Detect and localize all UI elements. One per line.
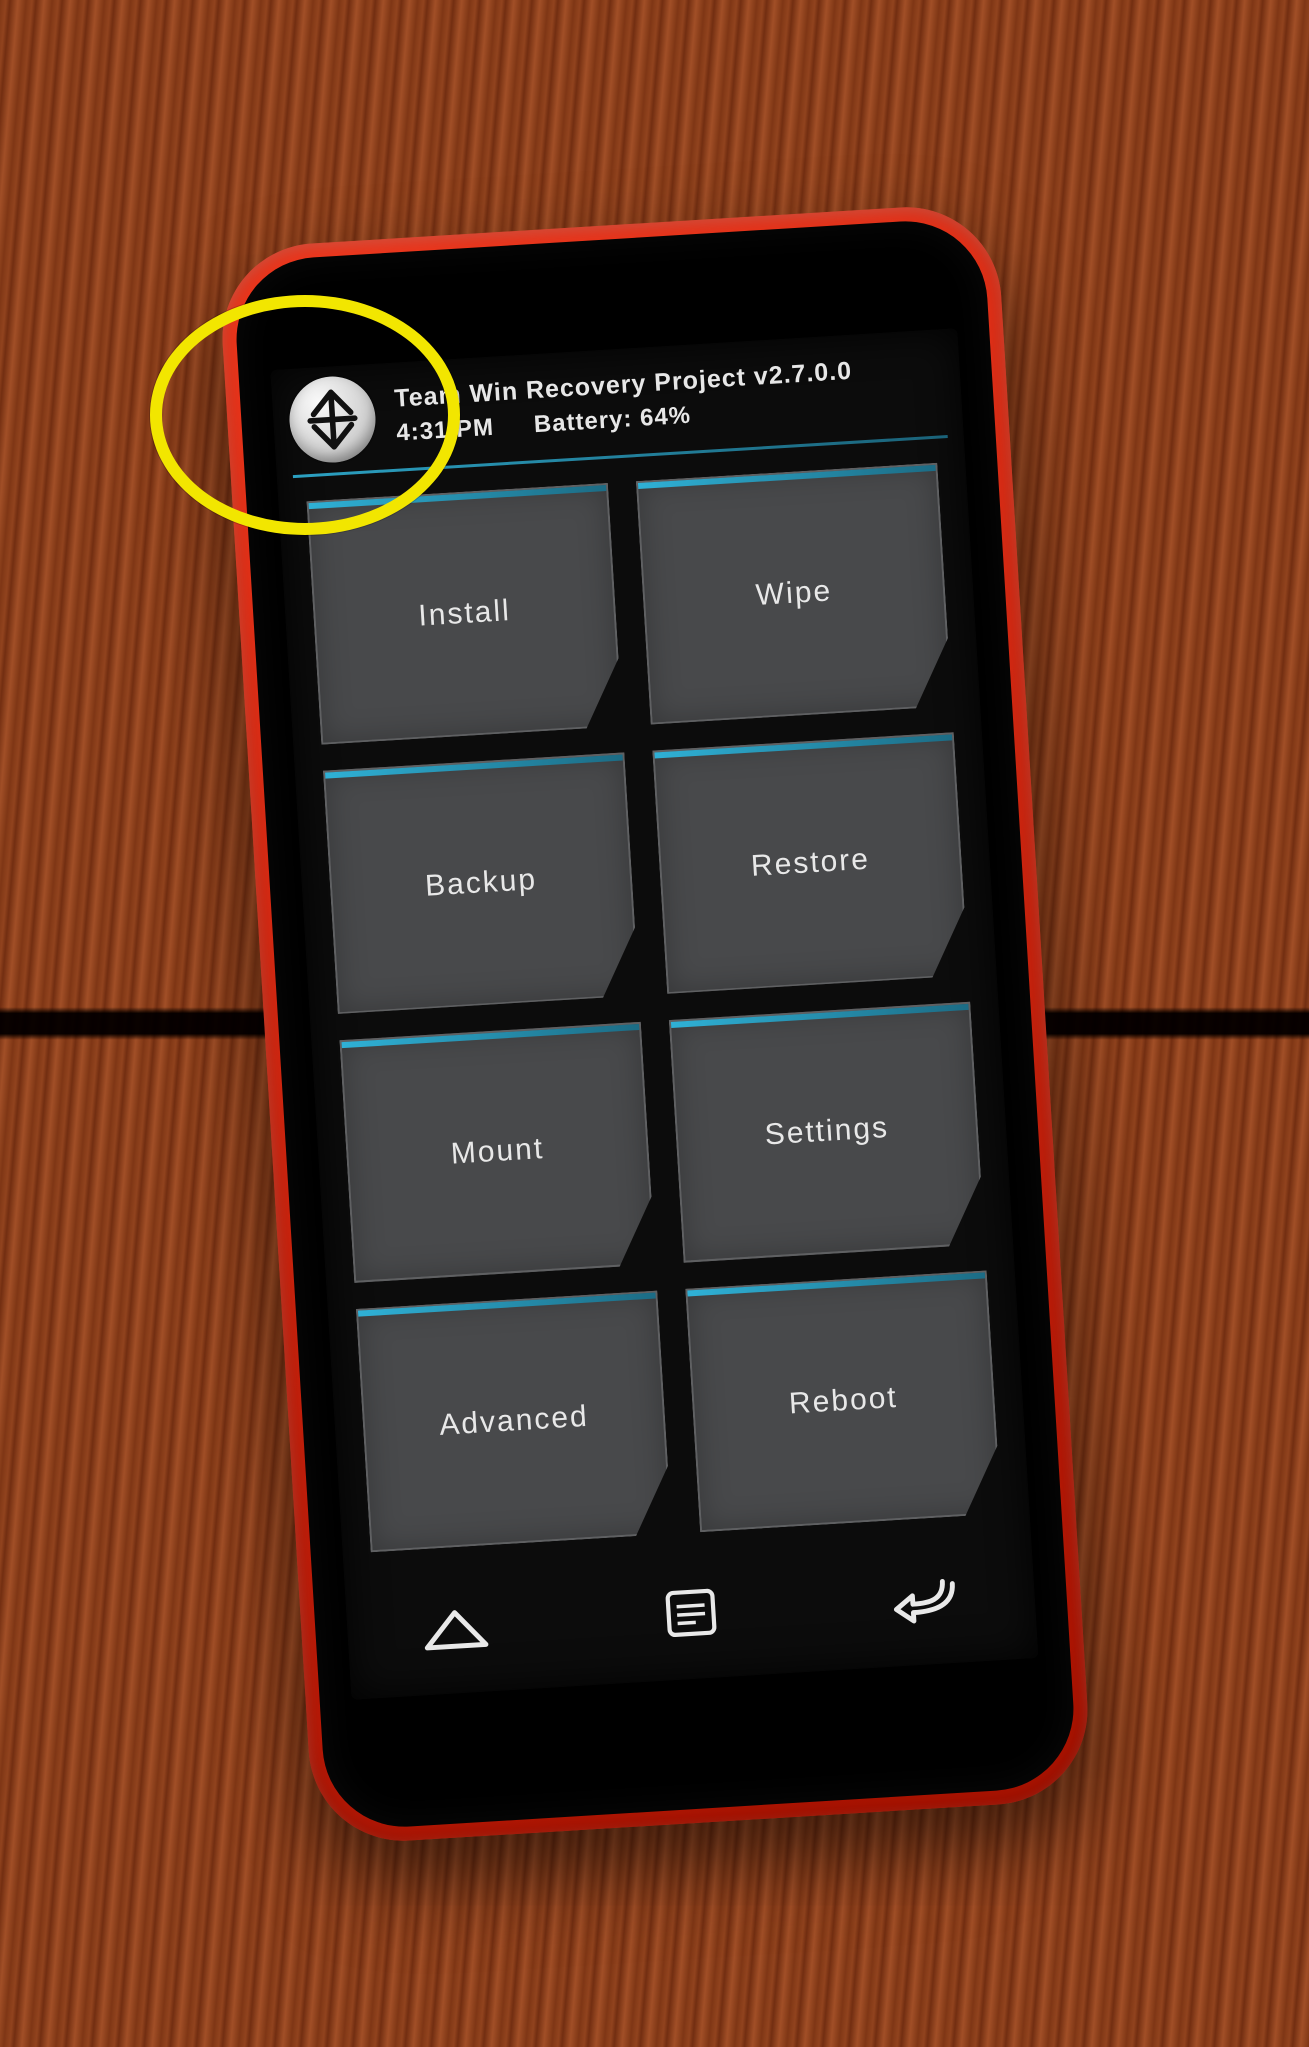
tile-label: Mount	[449, 1132, 544, 1172]
settings-button[interactable]: Settings	[668, 1001, 984, 1263]
tile-label: Wipe	[754, 574, 832, 613]
back-icon	[889, 1567, 963, 1632]
back-button[interactable]	[864, 1556, 989, 1643]
console-icon	[654, 1582, 728, 1647]
phone-case: Team Win Recovery Project v2.7.0.0 4:31 …	[216, 201, 1092, 1846]
tile-label: Reboot	[788, 1381, 899, 1422]
battery-label: Battery: 64%	[533, 401, 692, 439]
mount-button[interactable]: Mount	[339, 1021, 655, 1283]
twrp-logo-icon	[286, 374, 377, 465]
phone-bezel: Team Win Recovery Project v2.7.0.0 4:31 …	[231, 216, 1078, 1831]
wipe-button[interactable]: Wipe	[635, 462, 951, 724]
reboot-button[interactable]: Reboot	[685, 1270, 1001, 1532]
tile-label: Restore	[749, 842, 870, 883]
screen: Team Win Recovery Project v2.7.0.0 4:31 …	[270, 328, 1038, 1700]
advanced-button[interactable]: Advanced	[355, 1290, 671, 1552]
clock-label: 4:31 PM	[395, 413, 494, 447]
backup-button[interactable]: Backup	[322, 752, 638, 1014]
tile-label: Install	[417, 593, 511, 633]
tile-label: Backup	[424, 862, 538, 903]
console-button[interactable]	[628, 1571, 753, 1658]
restore-button[interactable]: Restore	[652, 731, 968, 993]
header: Team Win Recovery Project v2.7.0.0 4:31 …	[270, 328, 963, 470]
home-button[interactable]	[393, 1585, 518, 1672]
home-icon	[418, 1596, 492, 1661]
main-menu-grid: Install Wipe Backup Restore Mount	[278, 455, 1031, 1582]
tile-label: Settings	[763, 1111, 889, 1153]
tile-label: Advanced	[438, 1399, 589, 1442]
install-button[interactable]: Install	[306, 482, 622, 744]
